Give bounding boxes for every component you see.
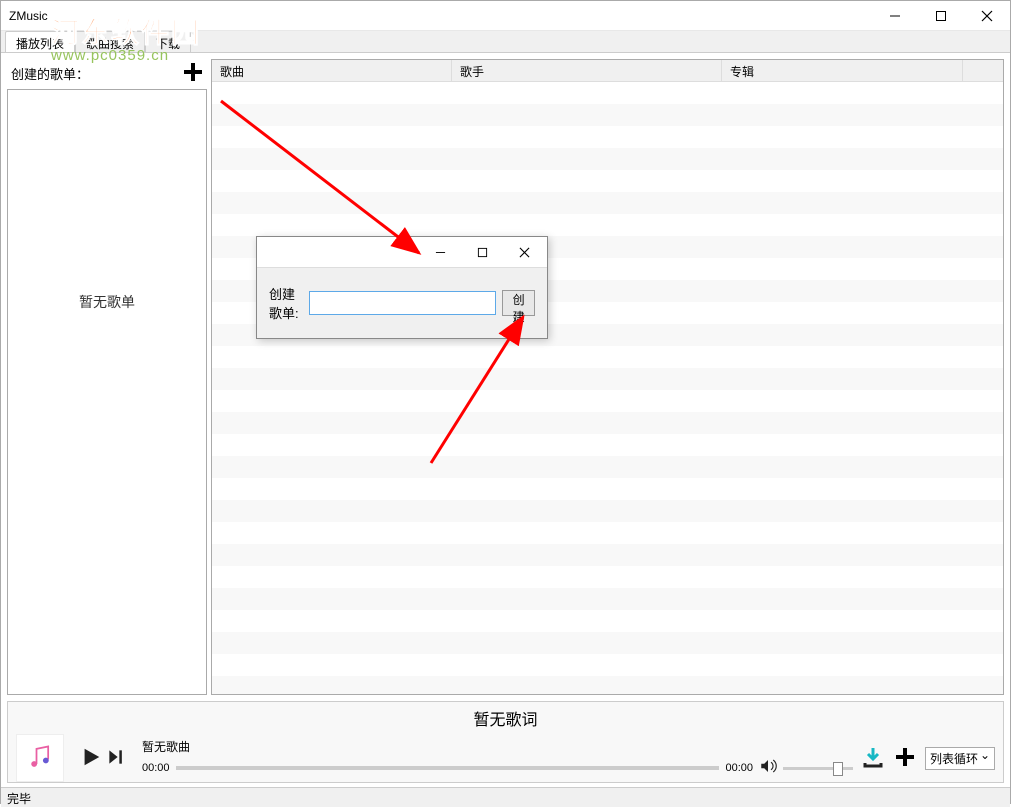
volume-slider[interactable] [783, 758, 853, 778]
track-area: 暂无歌曲 00:00 00:00 [142, 738, 853, 778]
track-title: 暂无歌曲 [142, 738, 853, 755]
column-album[interactable]: 专辑 [722, 60, 963, 81]
song-table: 歌曲 歌手 专辑 [211, 59, 1004, 695]
dialog-title-bar [257, 237, 547, 267]
content-area: 创建的歌单： 暂无歌单 歌曲 歌手 专辑 [1, 53, 1010, 701]
window-title: ZMusic [9, 9, 48, 23]
download-button[interactable] [861, 745, 885, 772]
create-playlist-button[interactable] [179, 59, 207, 87]
column-artist[interactable]: 歌手 [452, 60, 722, 81]
next-button[interactable] [106, 747, 126, 770]
time-total: 00:00 [725, 762, 753, 774]
table-header: 歌曲 歌手 专辑 [212, 60, 1003, 82]
playlist-list: 暂无歌单 [7, 89, 207, 695]
loop-mode-select[interactable]: 列表循环 [925, 747, 995, 770]
player-bar: 暂无歌词 暂无歌曲 00:00 00:00 [7, 701, 1004, 783]
tab-download[interactable]: 下载 [145, 31, 191, 52]
column-extra [963, 60, 1003, 81]
sidebar-header: 创建的歌单： [7, 59, 207, 87]
column-song[interactable]: 歌曲 [212, 60, 452, 81]
dialog-maximize-button[interactable] [461, 238, 503, 266]
tab-playlist[interactable]: 播放列表 [5, 31, 75, 52]
minimize-button[interactable] [872, 1, 918, 30]
table-body[interactable] [212, 82, 1003, 694]
playlist-empty-text: 暂无歌单 [79, 292, 135, 312]
play-button[interactable] [80, 746, 102, 771]
dialog-close-button[interactable] [503, 238, 545, 266]
right-controls: 列表循环 [861, 745, 995, 772]
playback-buttons [80, 746, 126, 771]
status-bar: 完毕 [1, 787, 1010, 807]
lyrics-display: 暂无歌词 [8, 702, 1003, 734]
music-note-icon [26, 743, 54, 774]
playlist-name-input[interactable] [309, 291, 496, 315]
album-art [16, 734, 64, 782]
progress-row: 00:00 00:00 [142, 757, 853, 778]
progress-bar[interactable] [176, 766, 720, 770]
player-controls: 暂无歌曲 00:00 00:00 列表循环 [8, 734, 1003, 782]
sidebar-header-label: 创建的歌单： [11, 64, 89, 83]
dialog-create-button[interactable]: 创建 [502, 290, 535, 316]
dialog-body: 创建歌单: 创建 [257, 267, 547, 338]
sidebar: 创建的歌单： 暂无歌单 [7, 59, 207, 695]
close-button[interactable] [964, 1, 1010, 30]
loop-mode-label: 列表循环 [930, 752, 978, 766]
menu-bar: 播放列表 歌曲搜索 下载 [1, 31, 1010, 53]
dialog-minimize-button[interactable] [419, 238, 461, 266]
plus-icon [181, 60, 205, 87]
time-current: 00:00 [142, 762, 170, 774]
window-controls [872, 1, 1010, 30]
title-bar: ZMusic [1, 1, 1010, 31]
maximize-button[interactable] [918, 1, 964, 30]
tab-search[interactable]: 歌曲搜索 [75, 31, 145, 52]
volume-icon[interactable] [759, 757, 777, 778]
dialog-label: 创建歌单: [269, 284, 303, 322]
create-playlist-dialog: 创建歌单: 创建 [256, 236, 548, 339]
add-button[interactable] [893, 745, 917, 772]
